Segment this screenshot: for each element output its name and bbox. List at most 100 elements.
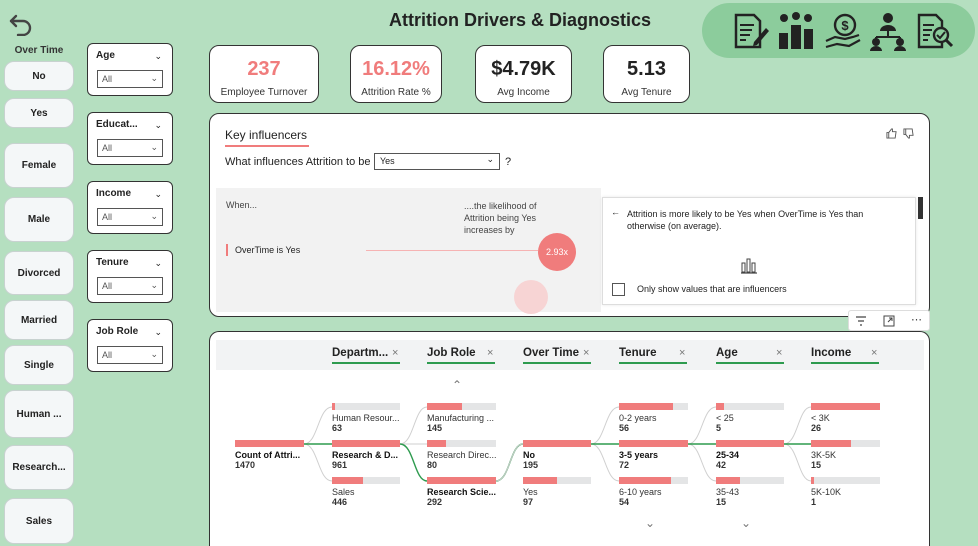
node-label: 0-2 years — [619, 413, 657, 423]
node-label: Manufacturing ... — [427, 413, 495, 423]
chevron-down-icon[interactable]: ⌄ — [154, 189, 162, 200]
filter-female-button[interactable]: Female — [4, 143, 74, 188]
chevron-down-icon[interactable]: ⌄ — [154, 120, 162, 131]
node-bar-fill — [811, 477, 814, 484]
bar-chart-icon[interactable] — [739, 255, 759, 275]
tree-header-department[interactable]: Departm... × — [332, 347, 400, 364]
chevron-down-icon: ⌄ — [486, 154, 494, 164]
node-value: 63 — [332, 423, 343, 433]
tree-node[interactable]: 5K-10K 1 — [811, 477, 880, 507]
influencers-checkbox[interactable] — [612, 283, 625, 296]
node-bar — [619, 477, 688, 484]
tree-node[interactable]: < 3K 26 — [811, 403, 880, 433]
node-label: No — [523, 450, 535, 460]
tab-underline — [225, 145, 309, 147]
filter-no-button[interactable]: No — [4, 61, 74, 91]
filter-sales-button[interactable]: Sales — [4, 498, 74, 544]
tree-node[interactable]: 3K-5K 15 — [811, 440, 880, 470]
chevron-down-icon[interactable]: ⌄ — [154, 327, 162, 338]
filter-married-button[interactable]: Married — [4, 300, 74, 340]
filter-single-button[interactable]: Single — [4, 345, 74, 385]
chevron-down-icon[interactable]: ⌄ — [154, 258, 162, 269]
node-value: 15 — [811, 460, 822, 470]
close-icon[interactable]: × — [583, 347, 589, 359]
tree-header-tenure[interactable]: Tenure × — [619, 347, 687, 364]
money-hand-icon[interactable]: $ — [823, 11, 863, 51]
influencer-row-label[interactable]: OverTime is Yes — [235, 245, 300, 255]
income-slicer: Income ⌄ All ⌄ — [87, 181, 173, 234]
close-icon[interactable]: × — [776, 347, 782, 359]
chevron-down-icon: ⌄ — [150, 349, 158, 359]
filter-research-button[interactable]: Research... — [4, 445, 74, 490]
row-marker — [226, 244, 228, 256]
education-slicer: Educat... ⌄ All ⌄ — [87, 112, 173, 165]
node-bar-fill — [523, 440, 591, 447]
influencer-bubble[interactable]: 2.93x — [538, 233, 576, 271]
tenure-dropdown[interactable]: All ⌄ — [97, 277, 163, 295]
age-dropdown[interactable]: All ⌄ — [97, 70, 163, 88]
org-structure-icon[interactable] — [868, 11, 908, 51]
tree-node[interactable]: Manufacturing ... 145 — [427, 403, 496, 433]
arrow-left-icon[interactable]: ← — [611, 207, 620, 217]
close-icon[interactable]: × — [679, 347, 685, 359]
chevron-down-icon[interactable]: ⌄ — [741, 516, 751, 530]
tree-node[interactable]: Sales 446 — [332, 477, 400, 507]
question-dropdown[interactable]: Yes ⌄ — [374, 153, 500, 170]
tree-node[interactable]: < 25 5 — [716, 403, 784, 433]
close-icon[interactable]: × — [871, 347, 877, 359]
tree-root-node[interactable]: Count of Attri... 1470 — [235, 440, 304, 470]
thumbs-up-icon[interactable] — [886, 128, 897, 139]
close-icon[interactable]: × — [487, 347, 493, 359]
filter-divorced-button[interactable]: Divorced — [4, 251, 74, 295]
header-underline — [716, 362, 784, 364]
question-end: ? — [505, 156, 512, 168]
tree-header-job-role[interactable]: Job Role × — [427, 347, 495, 364]
tree-node[interactable]: Research & D... 961 — [332, 440, 400, 470]
header-underline — [523, 362, 591, 364]
tree-header-age[interactable]: Age × — [716, 347, 784, 364]
income-dropdown[interactable]: All ⌄ — [97, 208, 163, 226]
diagnostics-icon[interactable] — [914, 11, 954, 51]
node-value: 42 — [716, 460, 727, 470]
more-options-icon[interactable]: ⋯ — [911, 313, 922, 326]
node-bar-fill — [619, 477, 671, 484]
chevron-down-icon[interactable]: ⌄ — [645, 516, 655, 530]
tree-header-income[interactable]: Income × — [811, 347, 879, 364]
node-bar — [716, 403, 784, 410]
detail-scrollbar[interactable] — [918, 197, 923, 219]
chevron-up-icon[interactable]: ⌃ — [452, 378, 462, 392]
tree-node[interactable]: Research Scie... 292 — [427, 477, 496, 507]
node-label: 3-5 years — [619, 450, 659, 460]
tree-node[interactable]: Yes 97 — [523, 477, 591, 507]
tree-node[interactable]: 0-2 years 56 — [619, 403, 688, 433]
tree-header-over-time[interactable]: Over Time × — [523, 347, 591, 364]
node-bar — [427, 403, 496, 410]
tree-node[interactable]: Human Resour... 63 — [332, 403, 400, 433]
tree-node[interactable]: 3-5 years 72 — [619, 440, 688, 470]
tree-node[interactable]: Research Direc... 80 — [427, 440, 497, 470]
education-dropdown[interactable]: All ⌄ — [97, 139, 163, 157]
filter-yes-button[interactable]: Yes — [4, 98, 74, 128]
filter-icon[interactable] — [855, 315, 867, 327]
back-button[interactable] — [8, 10, 34, 37]
thumbs-down-icon[interactable] — [903, 128, 914, 139]
kpi-value: 5.13 — [627, 58, 666, 80]
close-icon[interactable]: × — [392, 347, 398, 359]
chevron-down-icon[interactable]: ⌄ — [154, 51, 162, 62]
node-value: 961 — [332, 460, 348, 470]
header-underline — [332, 362, 400, 364]
filter-male-button[interactable]: Male — [4, 197, 74, 242]
node-value: 292 — [427, 497, 443, 507]
tree-node[interactable]: 25-34 42 — [716, 440, 784, 470]
tree-node[interactable]: No 195 — [523, 440, 591, 470]
filter-human-resources-button[interactable]: Human ... — [4, 390, 74, 438]
key-influencers-tab[interactable]: Key influencers — [225, 128, 307, 142]
report-pen-icon[interactable] — [730, 11, 770, 51]
focus-mode-icon[interactable] — [883, 315, 895, 327]
tree-node[interactable]: 35-43 15 — [716, 477, 784, 507]
node-value: 5 — [716, 423, 722, 433]
team-chart-icon[interactable] — [775, 11, 817, 51]
node-label: Research Direc... — [427, 450, 497, 460]
tree-node[interactable]: 6-10 years 54 — [619, 477, 688, 507]
job-role-dropdown[interactable]: All ⌄ — [97, 346, 163, 364]
